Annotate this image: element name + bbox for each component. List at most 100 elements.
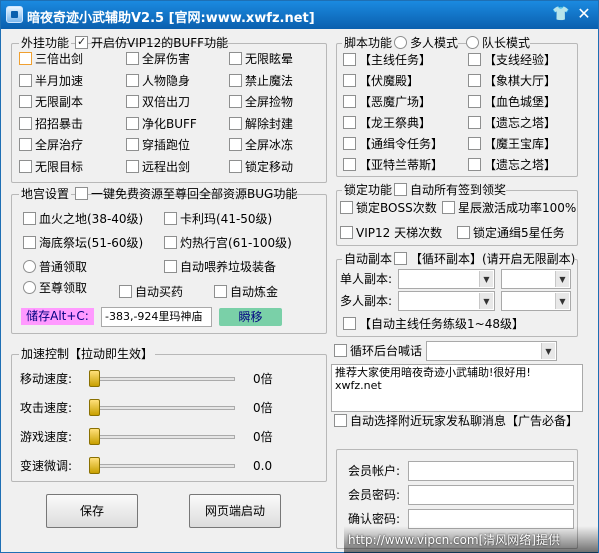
palace-opt-4[interactable]: 灼热行宫(61-100级) bbox=[164, 236, 292, 250]
radio-circle[interactable] bbox=[23, 260, 36, 273]
plugin-option-8[interactable]: 全屏捡物 bbox=[229, 95, 293, 109]
palace-opt-2[interactable]: 卡利玛(41-50级) bbox=[164, 212, 272, 226]
plugin-option-2[interactable]: 无限眩晕 bbox=[229, 52, 293, 66]
multi-mode-radio[interactable]: 多人模式 bbox=[394, 36, 459, 50]
speed-slider-track[interactable] bbox=[89, 435, 235, 439]
main-task-checkbox[interactable]: 【自动主线任务练级1~48级】 bbox=[343, 317, 524, 331]
checkbox-box[interactable] bbox=[23, 212, 36, 225]
plugin-option-14[interactable]: 全屏冰冻 bbox=[229, 138, 293, 152]
palace-opt-3[interactable]: 海底祭坛(51-60级) bbox=[23, 236, 143, 250]
checkbox-box[interactable] bbox=[19, 159, 32, 173]
plugin-option-4[interactable]: 人物隐身 bbox=[126, 73, 190, 88]
plugin-option-11[interactable]: 解除封建 bbox=[229, 116, 293, 131]
radio-circle[interactable] bbox=[23, 281, 36, 294]
chevron-down-icon[interactable]: ▼ bbox=[479, 293, 493, 309]
chevron-down-icon[interactable]: ▼ bbox=[479, 271, 493, 287]
save-button[interactable]: 保存 bbox=[46, 494, 138, 528]
script-task-6[interactable]: 【龙王祭典】 bbox=[343, 116, 431, 130]
checkbox-box[interactable] bbox=[442, 201, 455, 214]
checkbox-box[interactable] bbox=[19, 95, 32, 108]
star-rate-checkbox[interactable]: 星辰激活成功率100% bbox=[442, 201, 576, 215]
checkbox-box[interactable] bbox=[164, 236, 177, 249]
checkbox-box[interactable] bbox=[126, 95, 139, 108]
script-task-0[interactable]: 【主线任务】 bbox=[343, 53, 431, 67]
multi-dungeon-select-2[interactable]: ▼ bbox=[501, 291, 571, 311]
normal-claim-radio[interactable]: 普通领取 bbox=[23, 260, 87, 274]
lock-boss-checkbox[interactable]: 锁定BOSS次数 bbox=[340, 201, 437, 215]
checkbox-box[interactable] bbox=[394, 252, 407, 265]
plugin-option-10[interactable]: 净化BUFF bbox=[126, 116, 197, 131]
script-task-1[interactable]: 【支线经验】 bbox=[468, 53, 556, 67]
web-start-button[interactable]: 网页端启动 bbox=[189, 494, 281, 528]
speed-slider-thumb[interactable] bbox=[89, 370, 100, 387]
plugin-option-3[interactable]: 半月加速 bbox=[19, 73, 83, 88]
checkbox-box[interactable] bbox=[343, 95, 356, 108]
script-task-10[interactable]: 【亚特兰蒂斯】 bbox=[343, 158, 443, 172]
checkbox-box[interactable] bbox=[334, 344, 347, 357]
checkbox-box[interactable] bbox=[343, 116, 356, 129]
auto-buy-checkbox[interactable]: 自动买药 bbox=[119, 285, 183, 299]
checkbox-box[interactable] bbox=[126, 138, 139, 151]
checkbox-box[interactable] bbox=[164, 212, 177, 225]
plugin-option-9[interactable]: 招招暴击 bbox=[19, 116, 83, 131]
talk-message-textarea[interactable]: 推荐大家使用暗夜奇迹小武辅助!很好用! xwfz.net bbox=[331, 364, 583, 412]
plugin-option-12[interactable]: 全屏治疗 bbox=[19, 138, 83, 152]
auto-refine-checkbox[interactable]: 自动炼金 bbox=[214, 285, 278, 299]
plugin-option-1[interactable]: 全屏伤害 bbox=[126, 52, 190, 66]
radio-circle[interactable] bbox=[466, 36, 479, 49]
checkbox-box[interactable] bbox=[343, 53, 356, 66]
checkbox-box[interactable] bbox=[126, 52, 139, 65]
checkbox-box[interactable] bbox=[19, 73, 32, 87]
skin-icon[interactable]: 👕 bbox=[552, 6, 569, 22]
checkbox-box[interactable] bbox=[75, 187, 88, 200]
speed-slider-track[interactable] bbox=[89, 406, 235, 410]
chevron-down-icon[interactable]: ▼ bbox=[541, 343, 555, 359]
script-task-5[interactable]: 【血色城堡】 bbox=[468, 95, 556, 109]
checkbox-box[interactable] bbox=[164, 260, 177, 273]
supreme-claim-radio[interactable]: 至尊领取 bbox=[23, 281, 87, 295]
captain-mode-radio[interactable]: 队长模式 bbox=[466, 36, 531, 50]
checkbox-box[interactable] bbox=[126, 116, 139, 130]
speed-slider-thumb[interactable] bbox=[89, 457, 100, 474]
checkbox-box[interactable] bbox=[468, 74, 481, 87]
oneclick-resource-checkbox[interactable]: 一键免费资源至尊回全部资源BUG功能 bbox=[75, 187, 297, 201]
plugin-option-0[interactable]: 三倍出剑 bbox=[19, 52, 83, 66]
checkbox-box[interactable] bbox=[119, 285, 132, 298]
script-task-4[interactable]: 【恶魔广场】 bbox=[343, 95, 431, 109]
user-input[interactable] bbox=[408, 461, 574, 481]
speed-slider-track[interactable] bbox=[89, 464, 235, 468]
plugin-option-13[interactable]: 穿插跑位 bbox=[126, 138, 190, 152]
coords-input[interactable]: -383,-924里玛神庙 bbox=[101, 307, 212, 327]
checkbox-box[interactable] bbox=[229, 159, 242, 173]
checkbox-box[interactable] bbox=[126, 73, 139, 87]
checkbox-box[interactable] bbox=[229, 138, 242, 151]
lock-wanted-checkbox[interactable]: 锁定通缉5星任务 bbox=[457, 226, 565, 240]
script-task-2[interactable]: 【伏魔殿】 bbox=[343, 74, 419, 88]
checkbox-box[interactable] bbox=[468, 158, 481, 171]
auto-feed-checkbox[interactable]: 自动喂养垃圾装备 bbox=[164, 260, 276, 274]
checkbox-box[interactable] bbox=[468, 137, 481, 150]
title-bar[interactable]: 暗夜奇迹小武辅助V2.5 [官网:www.xwfz.net] 👕 ✕ bbox=[1, 1, 598, 29]
checkbox-box[interactable] bbox=[75, 35, 88, 49]
checkbox-box[interactable] bbox=[126, 159, 139, 173]
script-task-8[interactable]: 【通缉令任务】 bbox=[343, 137, 443, 151]
checkbox-box[interactable] bbox=[340, 226, 353, 239]
checkbox-box[interactable] bbox=[23, 236, 36, 249]
speed-slider-thumb[interactable] bbox=[89, 399, 100, 416]
multi-dungeon-select-1[interactable]: ▼ bbox=[398, 291, 495, 311]
loop-talk-checkbox[interactable]: 循环后台喊话 bbox=[334, 344, 422, 358]
checkbox-box[interactable] bbox=[343, 74, 356, 87]
password-input[interactable] bbox=[408, 485, 574, 505]
plugin-option-16[interactable]: 远程出剑 bbox=[126, 159, 190, 174]
plugin-option-17[interactable]: 锁定移动 bbox=[229, 159, 293, 174]
checkbox-box[interactable] bbox=[214, 285, 227, 298]
close-icon[interactable]: ✕ bbox=[576, 6, 592, 22]
checkbox-box[interactable] bbox=[468, 116, 481, 129]
checkbox-box[interactable] bbox=[19, 116, 32, 130]
checkbox-box[interactable] bbox=[19, 52, 32, 65]
chevron-down-icon[interactable]: ▼ bbox=[555, 293, 569, 309]
script-task-7[interactable]: 【遗忘之塔】 bbox=[468, 116, 556, 130]
plugin-option-7[interactable]: 双倍出刀 bbox=[126, 95, 190, 109]
vip12-checkbox[interactable]: VIP12 天梯次数 bbox=[340, 226, 442, 240]
speed-slider-track[interactable] bbox=[89, 377, 235, 381]
